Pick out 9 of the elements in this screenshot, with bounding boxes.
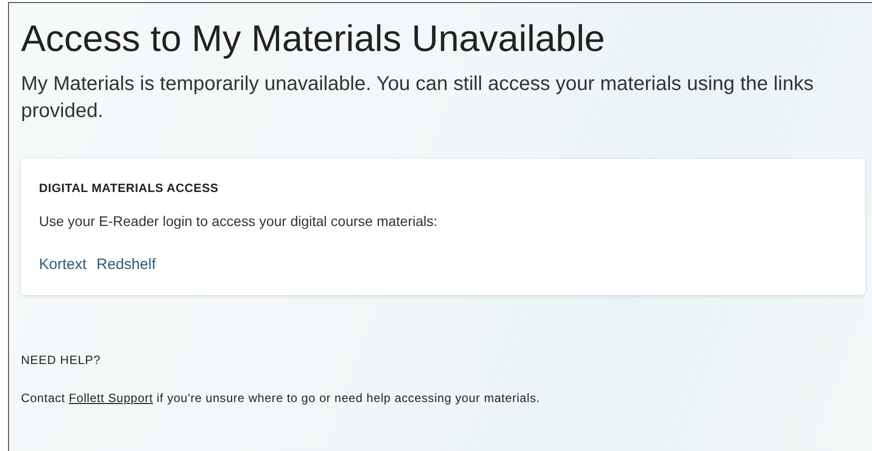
card-heading: DIGITAL MATERIALS ACCESS (39, 180, 220, 196)
help-text: Contact Follett Support if you're unsure where to go or need help accessing your materials. (21, 390, 541, 406)
material-link[interactable]: Redshelf (96, 255, 156, 275)
support-link[interactable]: Follett Support (68, 391, 153, 405)
page-subtitle: My Materials is temporarily unavailable. You can still access your materials using the links provided. (21, 72, 815, 124)
material-link[interactable]: Kortext (39, 255, 87, 275)
help-heading: NEED HELP? (21, 352, 102, 368)
card-text: Use your E-Reader login to access your digital course materials: (39, 212, 438, 230)
page-title: Access to My Materials Unavailable (21, 17, 606, 61)
